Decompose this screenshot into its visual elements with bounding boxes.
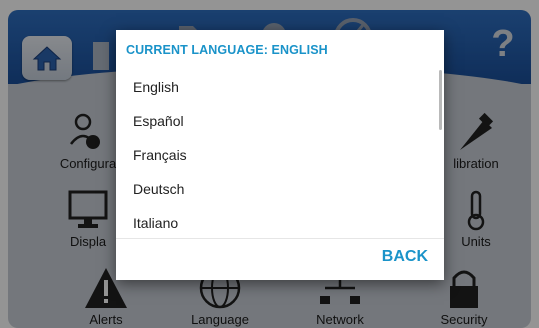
- language-option-francais[interactable]: Français: [116, 138, 444, 172]
- language-option-deutsch[interactable]: Deutsch: [116, 172, 444, 206]
- language-option-english[interactable]: English: [116, 70, 444, 104]
- dialog-divider: [116, 238, 444, 239]
- language-list[interactable]: English Español Français Deutsch Italian…: [116, 70, 444, 238]
- list-scrollbar[interactable]: [439, 70, 442, 130]
- language-option-italiano[interactable]: Italiano: [116, 206, 444, 238]
- language-option-espanol[interactable]: Español: [116, 104, 444, 138]
- back-button[interactable]: BACK: [382, 248, 428, 266]
- dialog-title: CURRENT LANGUAGE: ENGLISH: [126, 43, 328, 57]
- main-screen: ? Configura libration Displa Units Alert…: [0, 0, 539, 328]
- language-dialog: CURRENT LANGUAGE: ENGLISH English Españo…: [116, 30, 444, 280]
